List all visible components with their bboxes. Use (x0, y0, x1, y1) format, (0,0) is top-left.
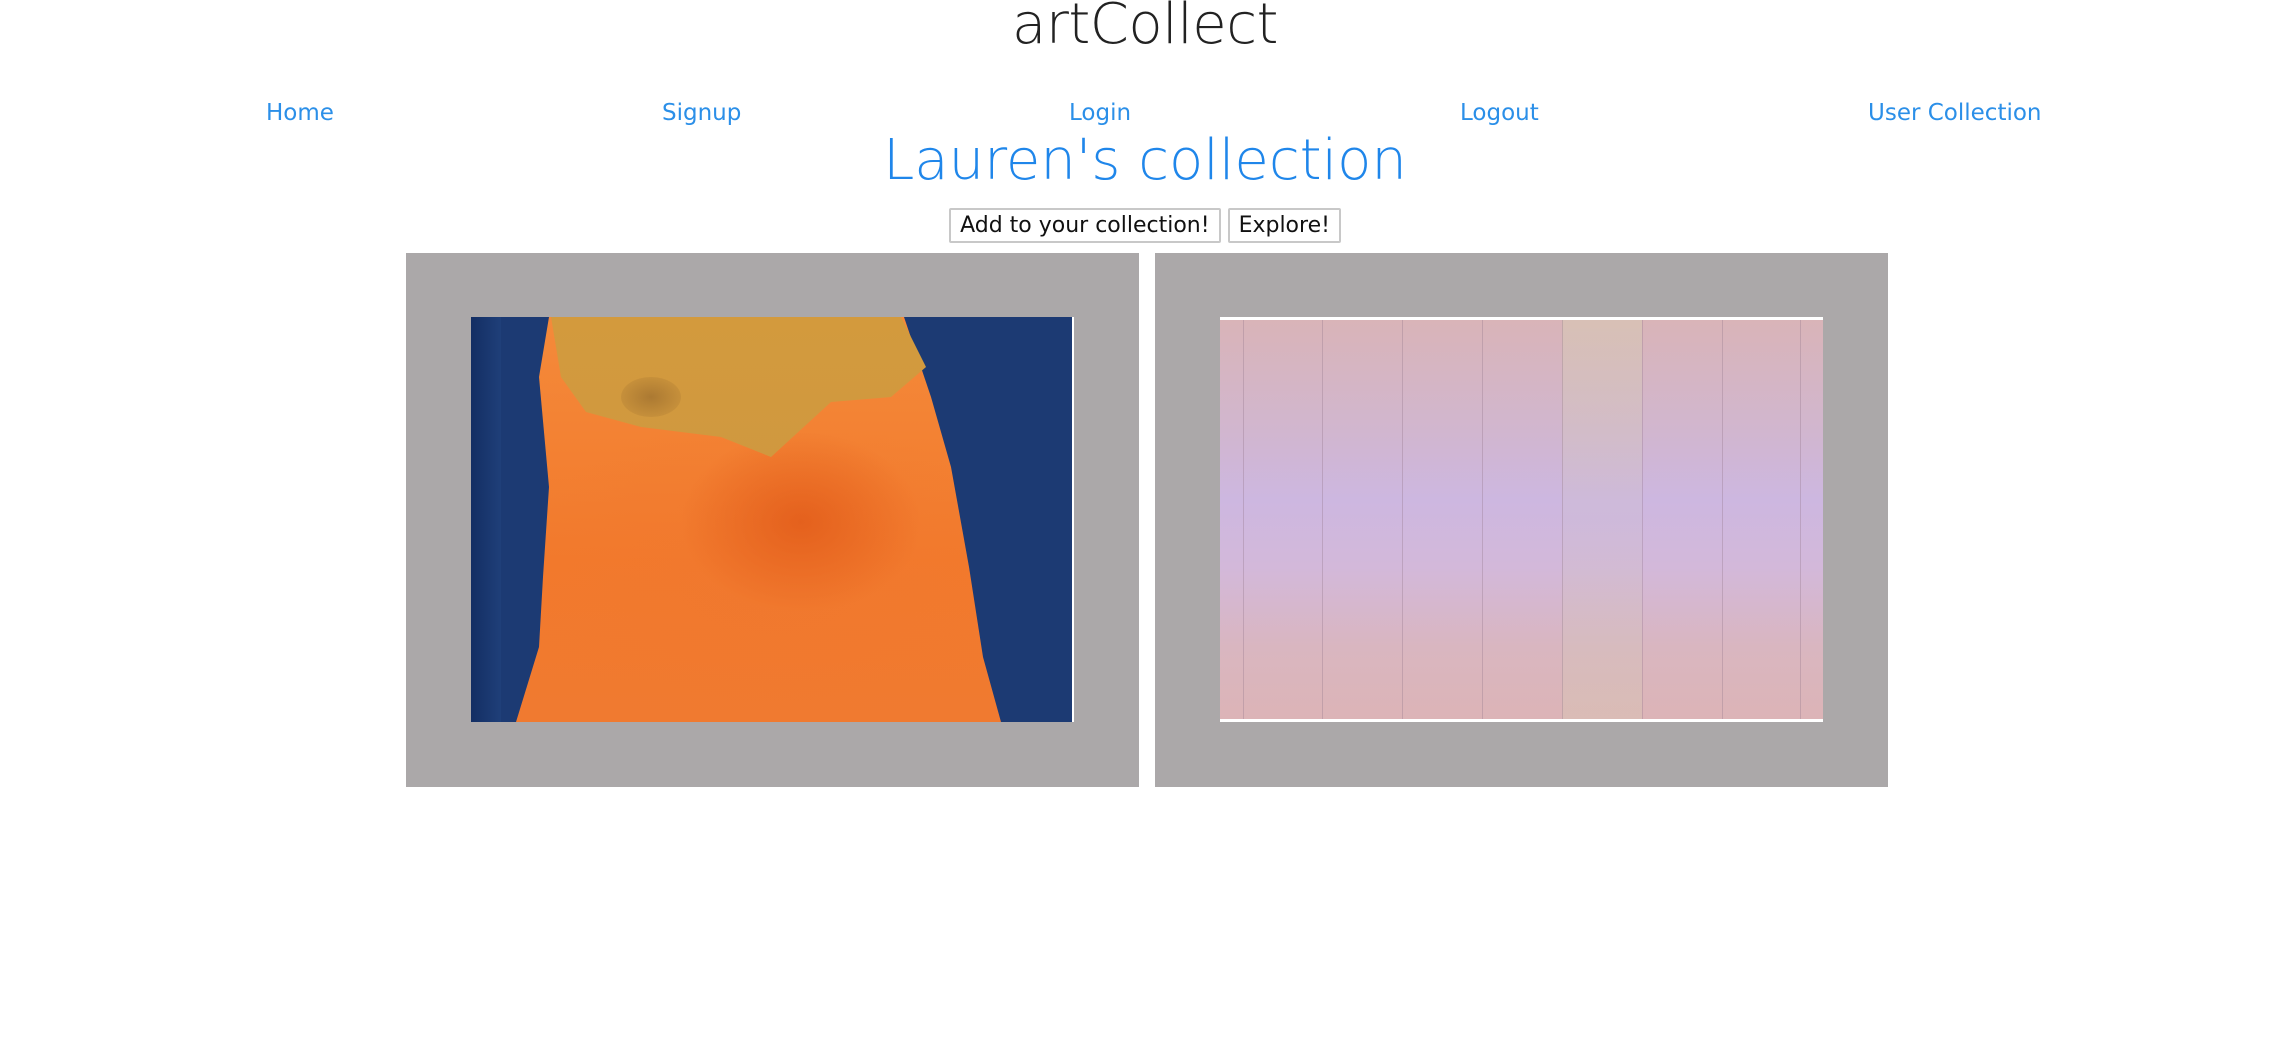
explore-button[interactable]: Explore! (1227, 208, 1341, 243)
nav-link-signup[interactable]: Signup (662, 100, 741, 126)
artwork-card[interactable] (406, 253, 1139, 787)
nav-link-home[interactable]: Home (266, 100, 334, 126)
collection-title: Lauren's collection (883, 128, 1407, 193)
artwork-image (471, 317, 1074, 722)
nav-link-user-collection[interactable]: User Collection (1868, 100, 2042, 126)
app-title: artCollect (1012, 0, 1278, 57)
nav-link-login[interactable]: Login (1069, 100, 1131, 126)
pastel-painting (1220, 320, 1823, 719)
artwork-image (1220, 317, 1823, 722)
collection-actions: Add to your collection! Explore! (0, 208, 2290, 243)
nav-link-logout[interactable]: Logout (1460, 100, 1539, 126)
artwork-card[interactable] (1155, 253, 1888, 787)
add-to-collection-button[interactable]: Add to your collection! (949, 208, 1221, 243)
page: artCollect Home Signup Login Logout User… (0, 0, 2290, 1050)
orange-painting (471, 317, 1072, 722)
